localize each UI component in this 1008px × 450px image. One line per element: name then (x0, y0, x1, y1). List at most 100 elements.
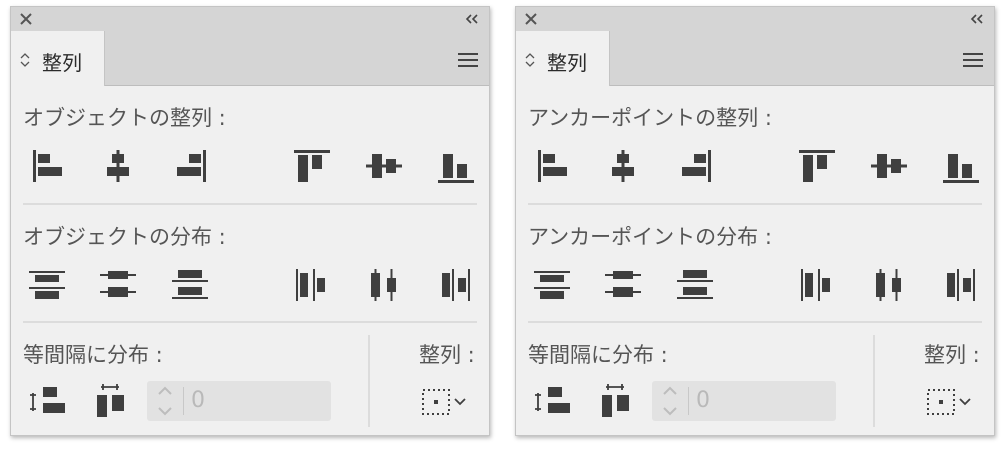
align-to-title: 整列 : (419, 343, 475, 367)
horizontal-align-right-icon (177, 150, 206, 182)
vertical-distribute-center-icon (605, 271, 641, 297)
vertical-align-center-button[interactable] (867, 146, 911, 186)
horizontal-distribute-space-button[interactable] (594, 381, 638, 421)
section-divider (528, 203, 982, 205)
horizontal-distribute-right-icon (442, 269, 470, 301)
spinner-arrows-icon[interactable] (147, 381, 183, 421)
close-icon[interactable] (524, 12, 538, 26)
panel-titlebar[interactable] (11, 7, 489, 31)
section-divider (528, 321, 982, 323)
horizontal-align-center-button[interactable] (96, 146, 140, 186)
horizontal-align-left-icon (33, 150, 62, 182)
panel-menu-icon[interactable] (962, 52, 984, 68)
vertical-align-top-button[interactable] (795, 146, 839, 186)
distribute-objects-title: オブジェクトの分布 : (23, 225, 226, 249)
horizontal-distribute-center-button[interactable] (867, 265, 911, 305)
horizontal-distribute-left-icon (801, 269, 830, 301)
vertical-align-bottom-button[interactable] (939, 146, 983, 186)
align-to-dropdown[interactable] (417, 385, 469, 419)
close-icon[interactable] (19, 12, 33, 26)
horizontal-distribute-space-icon (602, 384, 629, 417)
vertical-distribute-top-button[interactable] (530, 265, 574, 305)
horizontal-distribute-left-button[interactable] (290, 265, 334, 305)
section-divider (23, 321, 477, 323)
align-to-dropdown[interactable] (922, 385, 974, 419)
horizontal-distribute-right-icon (947, 269, 975, 301)
vertical-align-bottom-icon (943, 154, 979, 183)
horizontal-distribute-center-button[interactable] (362, 265, 406, 305)
tab-expand-chevron-icon[interactable] (20, 52, 30, 68)
horizontal-align-left-button[interactable] (530, 146, 574, 186)
vertical-distribute-bottom-button[interactable] (168, 265, 212, 305)
horizontal-distribute-center-icon (371, 269, 396, 301)
vertical-align-center-button[interactable] (362, 146, 406, 186)
tab-bar: 整列 (11, 31, 489, 86)
vertical-align-bottom-icon (438, 154, 474, 183)
vertical-align-center-icon (871, 154, 907, 178)
horizontal-distribute-left-icon (296, 269, 325, 301)
spinner-separator (183, 387, 184, 415)
spacing-value-field[interactable]: 0 (652, 381, 836, 421)
spacing-value-field[interactable]: 0 (147, 381, 331, 421)
align-to-selection-icon (927, 389, 971, 415)
horizontal-align-center-icon (107, 150, 129, 182)
vertical-distribute-space-button[interactable] (25, 381, 69, 421)
distribute-spacing-title: 等間隔に分布 : (528, 343, 668, 367)
align-objects-title: オブジェクトの整列 : (23, 106, 226, 130)
vertical-align-bottom-button[interactable] (434, 146, 478, 186)
spacing-value[interactable]: 0 (191, 388, 205, 413)
vertical-align-top-icon (799, 150, 835, 182)
tab-align[interactable]: 整列 (11, 31, 105, 86)
tab-label: 整列 (547, 51, 587, 75)
vertical-distribute-center-icon (100, 271, 136, 297)
tab-bar: 整列 (516, 31, 994, 86)
vertical-distribute-center-button[interactable] (96, 265, 140, 305)
horizontal-align-left-button[interactable] (25, 146, 69, 186)
vertical-distribute-bottom-button[interactable] (673, 265, 717, 305)
horizontal-align-right-icon (682, 150, 711, 182)
horizontal-align-right-button[interactable] (673, 146, 717, 186)
vertical-distribute-bottom-icon (172, 270, 208, 299)
vertical-distribute-top-button[interactable] (25, 265, 69, 305)
horizontal-distribute-space-button[interactable] (89, 381, 133, 421)
collapse-panel-icon[interactable] (463, 13, 481, 25)
horizontal-align-left-icon (538, 150, 567, 182)
horizontal-distribute-space-icon (97, 384, 124, 417)
horizontal-align-center-button[interactable] (601, 146, 645, 186)
align-anchors-title: アンカーポイントの整列 : (528, 106, 772, 130)
vertical-distribute-top-icon (29, 271, 65, 299)
distribute-anchors-title: アンカーポイントの分布 : (528, 225, 772, 249)
vertical-divider (873, 335, 875, 427)
horizontal-distribute-right-button[interactable] (434, 265, 478, 305)
horizontal-align-center-icon (612, 150, 634, 182)
horizontal-distribute-right-button[interactable] (939, 265, 983, 305)
horizontal-distribute-center-icon (876, 269, 901, 301)
horizontal-distribute-left-button[interactable] (795, 265, 839, 305)
distribute-spacing-title: 等間隔に分布 : (23, 343, 163, 367)
vertical-distribute-top-icon (534, 271, 570, 299)
spinner-arrows-icon[interactable] (652, 381, 688, 421)
tab-align[interactable]: 整列 (516, 31, 610, 86)
align-to-selection-icon (422, 389, 466, 415)
align-panel-objects: 整列 オブジェクトの整列 : オブジェクトの分布 : 等間隔に分布: 整列:… (10, 6, 490, 436)
vertical-distribute-center-button[interactable] (601, 265, 645, 305)
tab-expand-chevron-icon[interactable] (525, 52, 535, 68)
spinner-separator (688, 387, 689, 415)
tab-label: 整列 (42, 51, 82, 75)
horizontal-align-right-button[interactable] (168, 146, 212, 186)
vertical-align-top-button[interactable] (290, 146, 334, 186)
vertical-distribute-space-icon (535, 387, 570, 413)
panel-titlebar[interactable] (516, 7, 994, 31)
vertical-distribute-space-icon (30, 387, 65, 413)
section-divider (23, 203, 477, 205)
spacing-value[interactable]: 0 (696, 388, 710, 413)
vertical-align-center-icon (366, 154, 402, 178)
align-to-title: 整列 : (924, 343, 980, 367)
panel-menu-icon[interactable] (457, 52, 479, 68)
vertical-align-top-icon (294, 150, 330, 182)
align-panel-anchor-points: 整列 アンカーポイントの整列 : アンカーポイントの分布 : 等間隔に分布: … (515, 6, 995, 436)
vertical-distribute-space-button[interactable] (530, 381, 574, 421)
collapse-panel-icon[interactable] (968, 13, 986, 25)
vertical-distribute-bottom-icon (677, 270, 713, 299)
vertical-divider (368, 335, 370, 427)
